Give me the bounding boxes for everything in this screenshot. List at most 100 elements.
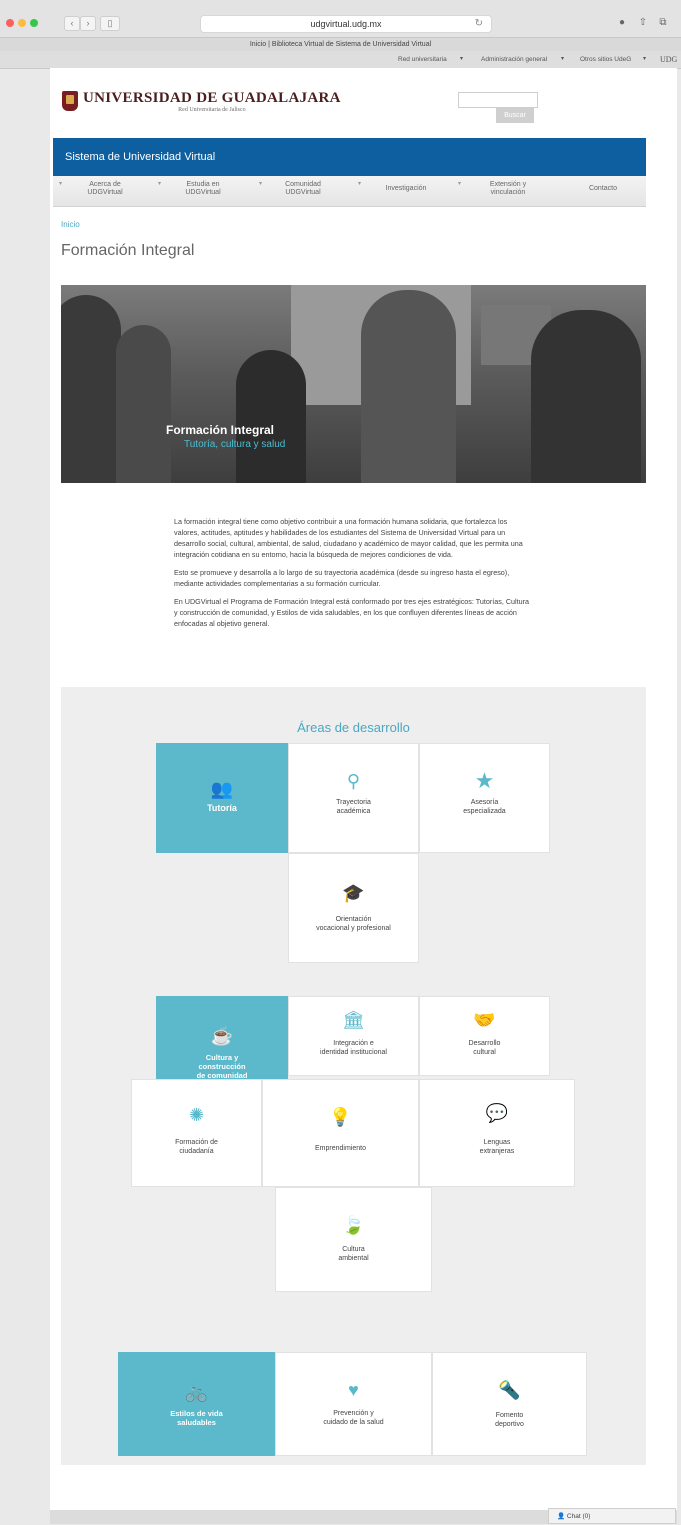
nav-item-label: Extensión y <box>489 181 527 188</box>
area-card-label: ciudadanía <box>179 1148 214 1155</box>
main-nav: ▾ Acerca de UDGVirtual ▾ Estudia en UDGV… <box>53 176 646 207</box>
area-card-label: Fomento <box>495 1412 524 1419</box>
area-card-label: Integración e <box>333 1040 374 1047</box>
banner-title: Sistema de Universidad Virtual <box>65 151 216 163</box>
institution-icon: 🏛 <box>342 1010 365 1030</box>
area-card-trayectoria[interactable]: ⚲ Trayectoria académica <box>288 743 419 853</box>
close-window-button[interactable] <box>6 19 14 27</box>
nav-item-label: Acerca de <box>89 181 121 188</box>
intro-paragraph: La formación integral tiene como objetiv… <box>174 517 523 559</box>
area-card-label: cuidado de la salud <box>323 1419 384 1426</box>
area-card-orientacion[interactable]: 🎓 Orientación vocacional y profesional <box>288 853 419 963</box>
back-button[interactable]: ‹ <box>64 16 80 31</box>
areas-title: Áreas de desarrollo <box>297 720 410 735</box>
area-card-cultura-ambiental[interactable]: 🍃 Cultura ambiental <box>275 1187 432 1292</box>
graduation-cap-icon: 🎓 <box>342 883 365 903</box>
hero-title: Formación Integral <box>166 423 275 437</box>
heart-icon: ♥ <box>348 1380 359 1400</box>
intro-paragraph: Esto se promueve y desarrolla a lo largo… <box>174 568 510 588</box>
window-controls <box>6 19 38 27</box>
info-icon[interactable]: ● <box>615 16 629 30</box>
area-card-estilos[interactable]: 🚲 Estilos de vida saludables <box>118 1352 275 1456</box>
intro-paragraph: En UDGVirtual el Programa de Formación I… <box>174 597 530 628</box>
star-icon: ★ <box>474 768 495 793</box>
chevron-down-icon: ▾ <box>358 181 362 187</box>
browser-chrome: ‹ › ▯ udgvirtual.udg.mx ↻ ● ⇧ ⧉ Inicio |… <box>0 0 681 69</box>
area-card-ciudadania[interactable]: ✺ Formación de ciudadanía <box>131 1079 262 1187</box>
nav-item-label: vinculación <box>490 189 526 196</box>
handshake-icon: 🤝 <box>473 1010 496 1030</box>
tab-active[interactable]: Inicio | Biblioteca Virtual de Sistema d… <box>0 37 681 51</box>
areas-section: Áreas de desarrollo 👥 Tutoría ⚲ Trayecto… <box>61 687 646 1465</box>
area-card-label: identidad institucional <box>320 1049 387 1056</box>
chat-button[interactable]: 👤 Chat (0) <box>548 1508 676 1524</box>
bookmark-red-universitaria[interactable]: Red universitaria <box>398 51 447 68</box>
person-icon: 👤 <box>557 1513 566 1520</box>
sidebar-toggle-icon[interactable]: ▯ <box>100 16 120 31</box>
bookmark-administracion[interactable]: Administración general <box>481 51 547 68</box>
reload-icon[interactable]: ↻ <box>475 16 483 32</box>
area-card-asesoria[interactable]: ★ Asesoría especializada <box>419 743 550 853</box>
tabs-icon[interactable]: ⧉ <box>656 16 670 30</box>
area-card-label: Estilos de vida <box>170 1409 223 1418</box>
area-card-desarrollo-cultural[interactable]: 🤝 Desarrollo cultural <box>419 996 550 1076</box>
breadcrumb[interactable]: Inicio <box>61 220 80 229</box>
nav-item-estudia[interactable]: Estudia en UDGVirtual <box>173 181 233 197</box>
area-card-label: vocacional y profesional <box>316 925 391 932</box>
area-card-label: Tutoría <box>207 803 237 813</box>
address-bar[interactable]: udgvirtual.udg.mx ↻ <box>200 15 492 33</box>
area-card-label: extranjeras <box>479 1148 515 1155</box>
area-card-tutoria[interactable]: 👥 Tutoría <box>156 743 288 853</box>
area-card-lenguas[interactable]: 💬 Lenguas extranjeras <box>419 1079 575 1187</box>
area-card-label: académica <box>336 808 371 815</box>
nav-item-label: UDGVirtual <box>285 189 321 196</box>
area-card-label: Prevención y <box>333 1410 374 1417</box>
crest-icon <box>62 91 78 111</box>
bookmark-udg[interactable]: UDG <box>660 51 677 68</box>
nav-item-extension[interactable]: Extensión y vinculación <box>473 181 543 197</box>
area-card-label: saludables <box>177 1418 216 1427</box>
minimize-window-button[interactable] <box>18 19 26 27</box>
chat-label: Chat (0) <box>566 1513 591 1520</box>
area-card-integracion[interactable]: 🏛 Integración e identidad institucional <box>288 996 419 1076</box>
page: UNIVERSIDAD DE GUADALAJARA Red Universit… <box>50 68 677 1524</box>
site-banner: Sistema de Universidad Virtual <box>53 138 646 176</box>
area-card-label: cultural <box>473 1049 496 1056</box>
chevron-down-icon: ▾ <box>643 56 647 62</box>
lightbulb-icon: 💡 <box>329 1107 352 1127</box>
area-card-label: especializada <box>463 808 506 815</box>
hero-image: Formación Integral Tutoría, cultura y sa… <box>61 285 646 483</box>
nav-item-label: Comunidad <box>285 181 321 188</box>
torch-icon: 🔦 <box>498 1380 521 1400</box>
search-button[interactable]: Buscar <box>496 108 534 123</box>
bicycle-icon: 🚲 <box>185 1382 208 1402</box>
forward-button[interactable]: › <box>80 16 96 31</box>
area-card-fomento[interactable]: 🔦 Fomento deportivo <box>432 1352 587 1456</box>
site-logo[interactable]: UNIVERSIDAD DE GUADALAJARA Red Universit… <box>62 86 341 116</box>
chevron-down-icon: ▾ <box>158 181 162 187</box>
area-card-emprendimiento[interactable]: 💡 Emprendimiento <box>262 1079 419 1187</box>
area-card-label: Cultura y <box>205 1053 239 1062</box>
nav-item-label: Investigación <box>385 185 427 192</box>
area-card-label: Formación de <box>175 1139 218 1146</box>
share-icon[interactable]: ⇧ <box>636 16 650 30</box>
zoom-window-button[interactable] <box>30 19 38 27</box>
area-card-prevencion[interactable]: ♥ Prevención y cuidado de la salud <box>275 1352 432 1456</box>
area-card-label: deportivo <box>495 1421 524 1428</box>
nav-item-contacto[interactable]: Contacto <box>578 185 628 193</box>
nav-item-comunidad[interactable]: Comunidad UDGVirtual <box>273 181 333 197</box>
tab-title: Inicio | Biblioteca Virtual de Sistema d… <box>249 41 432 48</box>
chevron-down-icon: ▾ <box>259 181 263 187</box>
hero-subtitle: Tutoría, cultura y salud <box>184 439 286 450</box>
area-card-label: ambiental <box>338 1255 369 1262</box>
cup-icon: ☕ <box>210 1026 234 1046</box>
chevron-down-icon: ▾ <box>460 56 464 62</box>
area-card-label: Asesoría <box>470 799 499 806</box>
search-input[interactable] <box>458 92 538 108</box>
nav-item-label: Contacto <box>588 185 618 192</box>
bookmarks-bar: Red universitaria ▾ Administración gener… <box>0 51 681 68</box>
bookmark-otros-sitios[interactable]: Otros sitios UdeG <box>580 51 631 68</box>
nav-item-investigacion[interactable]: Investigación <box>371 185 441 193</box>
nav-item-acerca[interactable]: Acerca de UDGVirtual <box>75 181 135 197</box>
chevron-down-icon: ▾ <box>59 181 63 187</box>
